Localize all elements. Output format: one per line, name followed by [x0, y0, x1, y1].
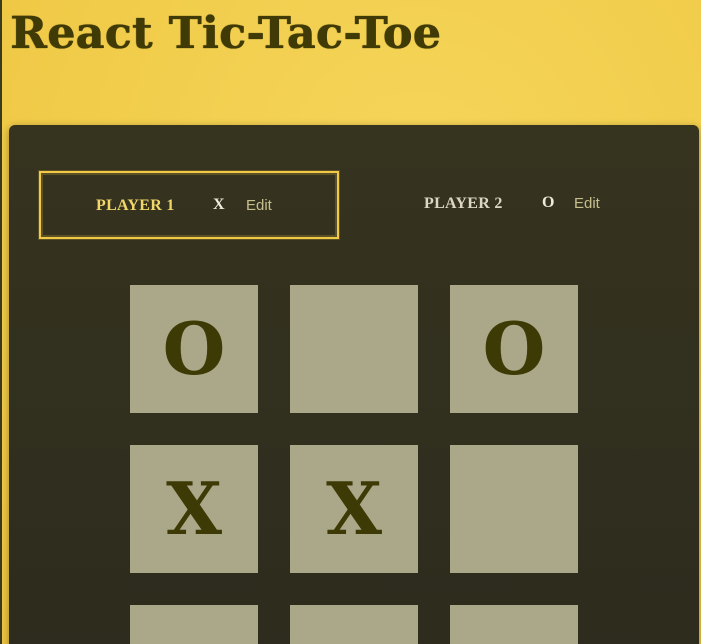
board-cell-0-2[interactable]: O — [450, 285, 578, 413]
board-cell-0-0[interactable]: O — [130, 285, 258, 413]
player-1-edit-button[interactable]: Edit — [246, 197, 272, 214]
player-2-name: Player 2 — [424, 195, 503, 212]
page-title: React Tic-Tac-Toe — [10, 8, 442, 59]
player-2-card: Player 2 O Edit — [369, 171, 669, 239]
player-1-symbol: X — [213, 196, 225, 213]
board-cell-2-1[interactable] — [290, 605, 418, 644]
board-cell-2-2[interactable] — [450, 605, 578, 644]
players-list: Player 1 X Edit Player 2 O Edit — [39, 171, 669, 239]
game-container: Player 1 X Edit Player 2 O Edit O O X X — [9, 125, 699, 644]
player-1-card: Player 1 X Edit — [39, 171, 339, 239]
player-2-edit-button[interactable]: Edit — [574, 195, 600, 212]
player-1-name: Player 1 — [96, 197, 175, 214]
board-cell-2-0[interactable] — [130, 605, 258, 644]
board-cell-1-1[interactable]: X — [290, 445, 418, 573]
board-cell-1-0[interactable]: X — [130, 445, 258, 573]
player-2-symbol: O — [542, 194, 555, 211]
board-cell-1-2[interactable] — [450, 445, 578, 573]
window-left-edge — [0, 0, 2, 644]
board-cell-0-1[interactable] — [290, 285, 418, 413]
